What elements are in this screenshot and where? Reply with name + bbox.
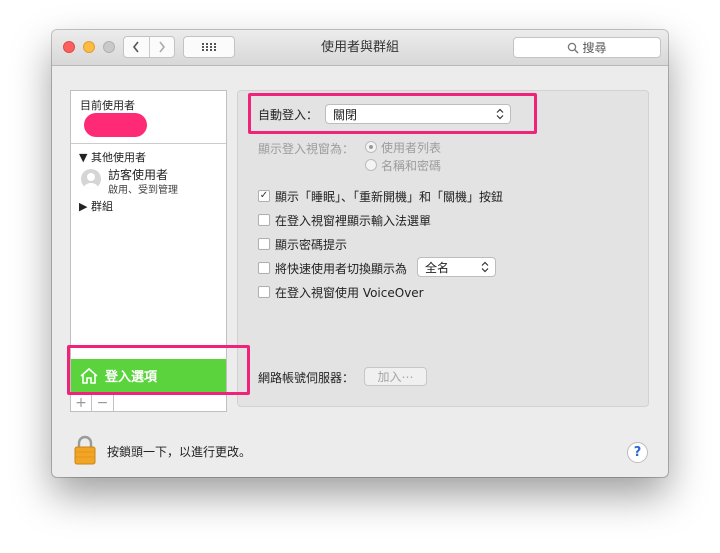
- chevron-left-icon: [133, 41, 139, 53]
- person-icon: [84, 173, 98, 189]
- join-button[interactable]: 加入⋯: [364, 367, 427, 386]
- lock-icon[interactable]: [74, 435, 96, 465]
- display-login-label: 顯示登入視窗為：: [258, 142, 355, 156]
- help-button[interactable]: ?: [627, 442, 648, 463]
- redacted-current-user[interactable]: [84, 113, 147, 137]
- checkbox-voiceover[interactable]: [258, 286, 270, 298]
- add-user-button[interactable]: +: [70, 395, 92, 412]
- network-server-label: 網路帳號伺服器：: [258, 371, 355, 385]
- groups-label: 群組: [90, 200, 113, 213]
- grid-icon: [202, 43, 216, 51]
- checkbox-sleep-restart-shutdown-label: 顯示「睡眠」、「重新開機」和「關機」按鈕: [275, 190, 504, 204]
- radio-name-password-label: 名稱和密碼: [381, 159, 442, 173]
- search-field[interactable]: 搜尋: [513, 37, 661, 58]
- forward-button[interactable]: [148, 37, 175, 57]
- sidebar-divider: [71, 143, 226, 144]
- navigation-buttons: [123, 36, 175, 58]
- lock-message: 按鎖頭一下，以進行更改。: [107, 445, 252, 459]
- title-bar: 使用者與群組 搜尋: [52, 30, 668, 66]
- radio-user-list[interactable]: [365, 141, 377, 153]
- groups-header[interactable]: ▶ 群組: [79, 198, 113, 214]
- back-button[interactable]: [124, 37, 149, 57]
- sidebar-buttons: + −: [70, 395, 114, 412]
- checkbox-input-menu-label: 在登入視窗裡顯示輸入法選單: [275, 214, 432, 228]
- fast-switch-popup[interactable]: 全名: [417, 257, 496, 277]
- guest-user-status: 啟用、受到管理: [108, 185, 178, 196]
- login-options-panel: 自動登入： 關閉 顯示登入視窗為： 使用者列表 名稱和密碼 ✓ 顯示「睡眠」、「…: [237, 90, 649, 407]
- highlight-login-options: [67, 345, 250, 395]
- guest-avatar: [81, 169, 101, 189]
- checkbox-password-hints-label: 顯示密碼提示: [275, 238, 348, 252]
- show-all-button[interactable]: [183, 36, 235, 58]
- fast-switch-value: 全名: [425, 260, 450, 275]
- radio-user-list-label: 使用者列表: [381, 141, 442, 155]
- window-title: 使用者與群組: [320, 40, 399, 55]
- search-placeholder: 搜尋: [582, 41, 607, 55]
- radio-name-password[interactable]: [365, 159, 377, 171]
- close-window-button[interactable]: [63, 41, 75, 53]
- other-users-label: 其他使用者: [90, 151, 146, 164]
- highlight-auto-login: [248, 93, 537, 134]
- checkbox-password-hints[interactable]: [258, 238, 270, 250]
- disclosure-closed-icon: ▶: [79, 200, 88, 213]
- checkbox-sleep-restart-shutdown[interactable]: ✓: [258, 190, 270, 202]
- checkbox-voiceover-label: 在登入視窗使用 VoiceOver: [275, 286, 424, 300]
- zoom-window-button[interactable]: [103, 41, 115, 53]
- checkbox-fast-user-switching[interactable]: [258, 262, 270, 274]
- disclosure-open-icon: ▼: [79, 151, 88, 164]
- remove-user-button[interactable]: −: [92, 395, 114, 412]
- current-user-header: 目前使用者: [80, 99, 135, 112]
- chevron-right-icon: [159, 41, 165, 53]
- updown-arrows-icon: [481, 261, 489, 273]
- checkbox-input-menu[interactable]: [258, 214, 270, 226]
- checkmark-icon: ✓: [259, 190, 269, 201]
- checkbox-fast-user-switching-label: 將快速使用者切換顯示為: [275, 262, 408, 276]
- search-icon: [568, 42, 579, 53]
- other-users-header[interactable]: ▼ 其他使用者: [79, 149, 146, 165]
- minimize-window-button[interactable]: [83, 41, 95, 53]
